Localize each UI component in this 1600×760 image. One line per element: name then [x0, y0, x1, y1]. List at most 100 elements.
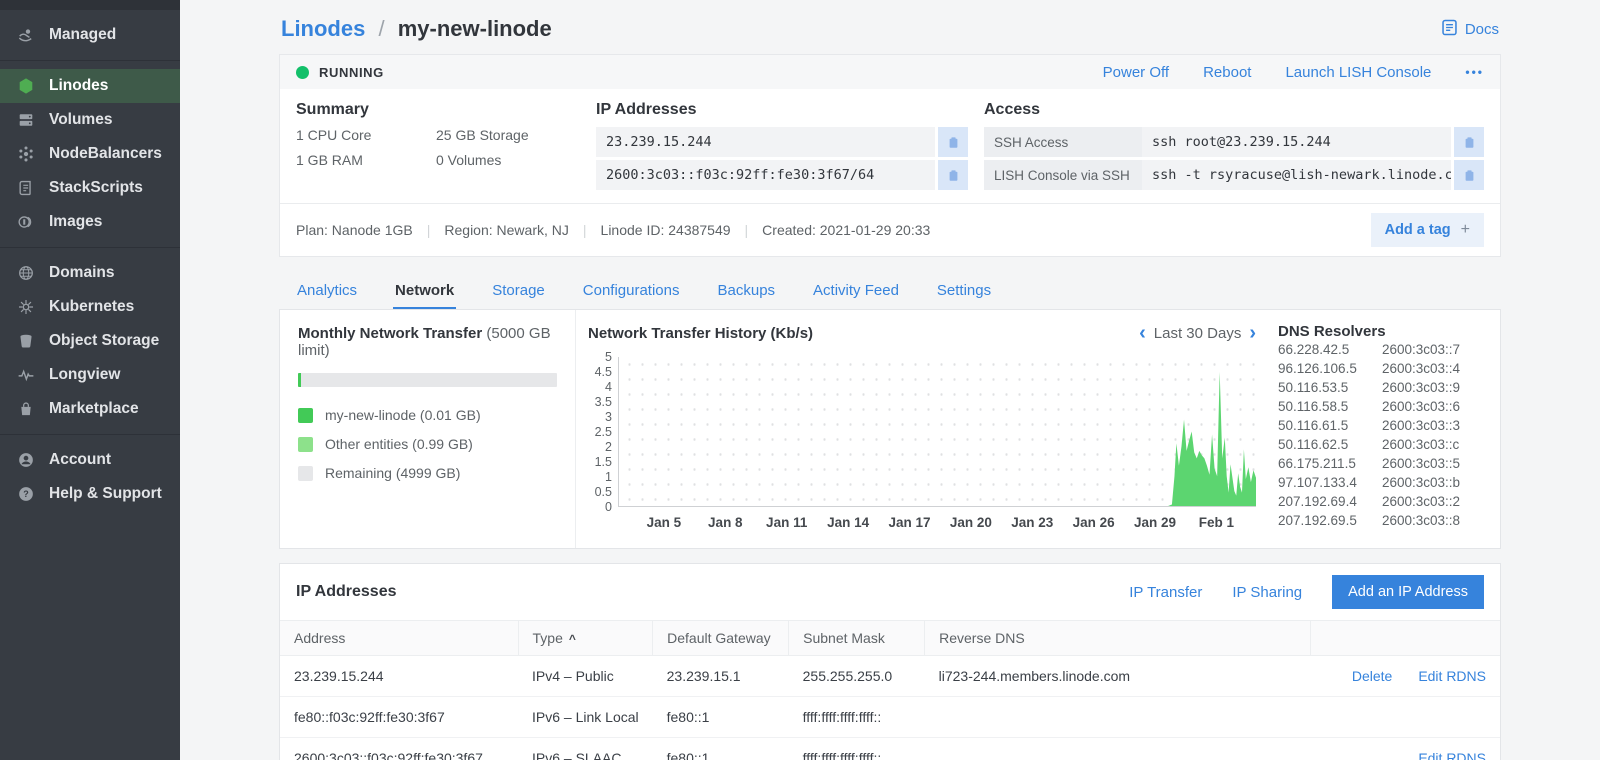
y-tick-label: 2.5: [595, 425, 612, 439]
cell-type: IPv6 – SLAAC: [518, 738, 653, 760]
tab-settings[interactable]: Settings: [935, 273, 993, 309]
cell-address: fe80::f03c:92ff:fe30:3f67: [280, 697, 518, 738]
tab-analytics[interactable]: Analytics: [295, 273, 359, 309]
tab-network[interactable]: Network: [393, 273, 456, 309]
copy-lish-button[interactable]: [1454, 160, 1484, 190]
copy-ipv4-button[interactable]: [938, 127, 968, 157]
column-header-subnet-mask: Subnet Mask: [789, 621, 925, 656]
sidebar-item-label: Managed: [49, 26, 116, 44]
sidebar-item-volumes[interactable]: Volumes: [0, 103, 180, 137]
column-header-type[interactable]: Type^: [518, 621, 653, 656]
copy-ssh-button[interactable]: [1454, 127, 1484, 157]
volumes-icon: [15, 110, 37, 130]
tab-storage[interactable]: Storage: [490, 273, 547, 309]
ssh-access-label: SSH Access: [984, 127, 1142, 157]
ip-transfer-link[interactable]: IP Transfer: [1129, 584, 1202, 601]
cell-actions: Edit RDNS: [1310, 738, 1500, 760]
dns-resolver-address: 2600:3c03::b: [1382, 473, 1486, 492]
sidebar-item-label: Kubernetes: [49, 298, 134, 316]
dns-resolver-address: 2600:3c03::9: [1382, 378, 1486, 397]
range-label: Last 30 Days: [1154, 325, 1242, 342]
images-icon: [15, 212, 37, 232]
meta-row: Plan: Nanode 1GB|Region: Newark, NJ|Lino…: [280, 203, 1500, 256]
add-ip-address-button[interactable]: Add an IP Address: [1332, 575, 1484, 609]
sidebar-item-label: Longview: [49, 366, 120, 384]
sidebar-item-marketplace[interactable]: Marketplace: [0, 392, 180, 426]
copy-ipv6-button[interactable]: [938, 160, 968, 190]
sidebar-item-domains[interactable]: Domains: [0, 256, 180, 290]
legend-swatch: [298, 408, 313, 423]
breadcrumb-separator: /: [378, 16, 384, 41]
reboot-button[interactable]: Reboot: [1203, 64, 1251, 81]
ip-addresses-table: AddressType^Default GatewaySubnet MaskRe…: [280, 620, 1500, 760]
x-tick-label: Jan 23: [1011, 515, 1053, 530]
chart-y-axis: 00.511.522.533.544.55: [588, 357, 618, 507]
y-tick-label: 0.5: [595, 485, 612, 499]
managed-icon: [15, 25, 37, 45]
sidebar-item-kubernetes[interactable]: Kubernetes: [0, 290, 180, 324]
ip-table-title: IP Addresses: [296, 583, 397, 601]
sidebar-item-linodes[interactable]: Linodes: [0, 69, 180, 103]
edit-rdns-link[interactable]: Edit RDNS: [1418, 750, 1486, 760]
x-tick-label: Feb 1: [1199, 515, 1234, 530]
sidebar-item-images[interactable]: Images: [0, 205, 180, 239]
network-panel: Monthly Network Transfer (5000 GB limit)…: [279, 309, 1501, 549]
meta-item-3: Created: 2021-01-29 20:33: [762, 222, 930, 238]
legend-label: Remaining (4999 GB): [325, 465, 460, 481]
spec-ram: 1 GB RAM: [296, 152, 436, 168]
sidebar-item-stackscripts[interactable]: StackScripts: [0, 171, 180, 205]
sidebar-item-account[interactable]: Account: [0, 443, 180, 477]
cell-rdns: [925, 697, 1310, 738]
dns-resolver-address: 50.116.62.5: [1278, 435, 1382, 454]
sidebar-item-label: Images: [49, 213, 102, 231]
transfer-title: Monthly Network Transfer: [298, 325, 482, 342]
tab-activity-feed[interactable]: Activity Feed: [811, 273, 901, 309]
dns-resolver-address: 50.116.53.5: [1278, 378, 1382, 397]
x-tick-label: Jan 17: [888, 515, 930, 530]
power-off-button[interactable]: Power Off: [1103, 64, 1169, 81]
nodebalancers-icon: [15, 144, 37, 164]
x-tick-label: Jan 8: [708, 515, 743, 530]
sidebar-item-object-storage[interactable]: Object Storage: [0, 324, 180, 358]
ip-sharing-link[interactable]: IP Sharing: [1232, 584, 1302, 601]
sidebar-item-longview[interactable]: Longview: [0, 358, 180, 392]
sidebar-item-help-support[interactable]: ?Help & Support: [0, 477, 180, 511]
add-tag-button[interactable]: Add a tag +: [1371, 213, 1484, 247]
plus-icon: +: [1461, 221, 1470, 239]
edit-rdns-link[interactable]: Edit RDNS: [1418, 668, 1486, 684]
chevron-left-icon[interactable]: ‹: [1139, 323, 1146, 343]
y-tick-label: 4.5: [595, 365, 612, 379]
dns-resolver-address: 96.126.106.5: [1278, 359, 1382, 378]
spec-storage: 25 GB Storage: [436, 127, 576, 143]
y-tick-label: 5: [605, 350, 612, 364]
dns-resolver-row: 50.116.62.52600:3c03::c: [1278, 435, 1486, 454]
tab-backups[interactable]: Backups: [716, 273, 778, 309]
meta-item-0: Plan: Nanode 1GB: [296, 222, 413, 238]
sidebar-item-managed[interactable]: Managed: [0, 18, 180, 52]
sidebar-top-strip: [0, 0, 180, 10]
breadcrumb: Linodes / my-new-linode: [281, 16, 552, 42]
cell-address: 2600:3c03::f03c:92ff:fe30:3f67: [280, 738, 518, 760]
sidebar-item-nodebalancers[interactable]: NodeBalancers: [0, 137, 180, 171]
chevron-right-icon[interactable]: ›: [1249, 323, 1256, 343]
monthly-transfer-section: Monthly Network Transfer (5000 GB limit)…: [280, 310, 576, 548]
longview-icon: [15, 365, 37, 385]
delete-link[interactable]: Delete: [1352, 668, 1392, 684]
legend-label: Other entities (0.99 GB): [325, 436, 473, 452]
dns-resolver-address: 2600:3c03::2: [1382, 492, 1486, 511]
breadcrumb-linodes-link[interactable]: Linodes: [281, 16, 365, 41]
dns-resolver-row: 207.192.69.52600:3c03::8: [1278, 511, 1486, 530]
domains-icon: [15, 263, 37, 283]
lish-console-label: LISH Console via SSH: [984, 160, 1142, 190]
docs-link[interactable]: Docs: [1440, 18, 1499, 41]
dns-resolver-address: 2600:3c03::5: [1382, 454, 1486, 473]
linodes-icon: [15, 76, 37, 96]
status-label: RUNNING: [319, 65, 384, 80]
launch-lish-console-button[interactable]: Launch LISH Console: [1285, 64, 1431, 81]
dns-resolver-address: 2600:3c03::8: [1382, 511, 1486, 530]
legend-label: my-new-linode (0.01 GB): [325, 407, 481, 423]
tab-configurations[interactable]: Configurations: [581, 273, 682, 309]
page-title: my-new-linode: [398, 16, 552, 41]
x-tick-label: Jan 11: [766, 515, 807, 530]
more-actions-button[interactable]: •••: [1465, 65, 1484, 79]
